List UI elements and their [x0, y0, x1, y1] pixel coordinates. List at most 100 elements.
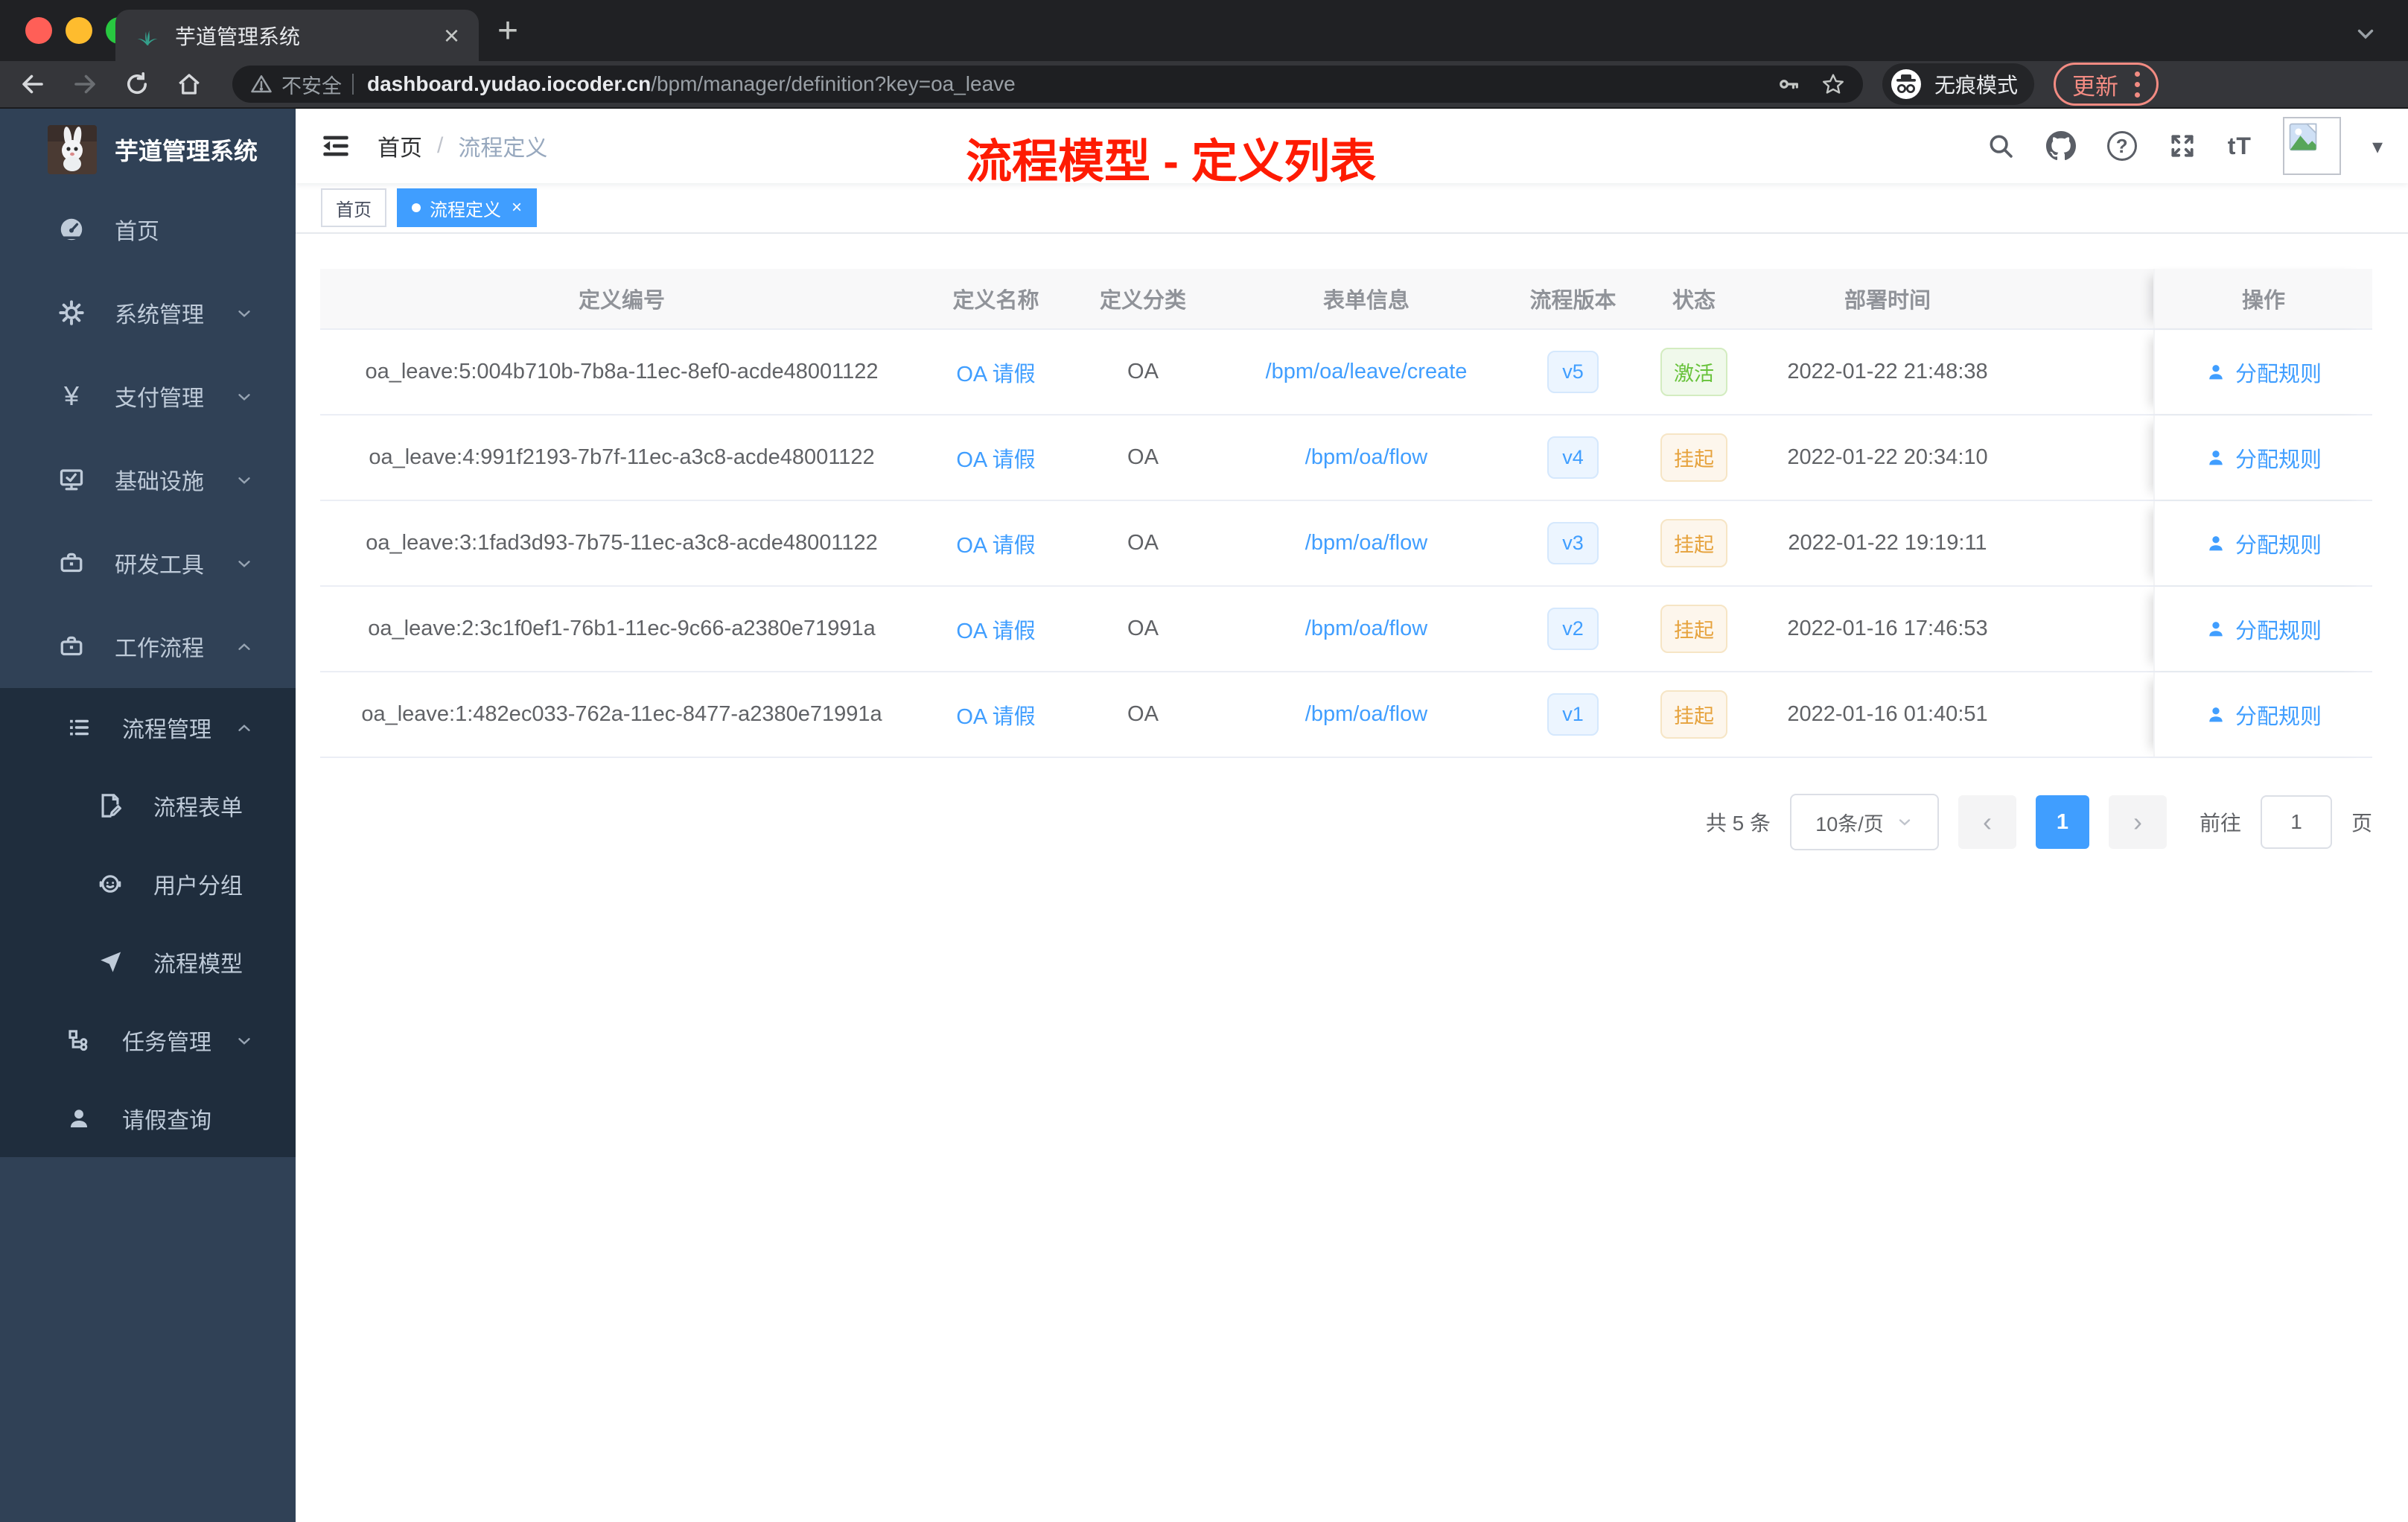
paper-plane-icon [95, 949, 125, 975]
sidebar-item-workflow[interactable]: 工作流程 [0, 605, 296, 688]
close-window-button[interactable] [25, 17, 52, 44]
tab-close-icon[interactable]: × [444, 22, 459, 49]
sidebar-item-user-group[interactable]: 用户分组 [0, 844, 296, 923]
column-header: 流程版本 [1529, 289, 1617, 313]
minimize-window-button[interactable] [66, 17, 92, 44]
goto-label: 前往 [2199, 812, 2241, 835]
page-size-select[interactable]: 10条/页 [1789, 794, 1939, 850]
assign-rule-link[interactable]: 分配规则 [2205, 528, 2322, 559]
prev-page-button[interactable]: ‹ [1958, 795, 2016, 849]
definition-name-link[interactable]: OA 请假 [923, 528, 1068, 559]
definition-name-link[interactable]: OA 请假 [923, 699, 1068, 730]
forward-icon[interactable] [71, 71, 98, 98]
search-icon[interactable] [1987, 132, 2015, 160]
toolbox-icon [57, 550, 86, 576]
sidebar-logo[interactable]: 芋道管理系统 [0, 109, 296, 188]
deploy-time: 2022-01-22 19:19:11 [1788, 531, 1987, 555]
reload-icon[interactable] [124, 71, 150, 98]
incognito-icon [1890, 68, 1923, 101]
sidebar-item-leave-query[interactable]: 请假查询 [0, 1079, 296, 1157]
status-cell: 挂起 [1631, 690, 1757, 739]
version-badge: v5 [1547, 351, 1599, 393]
sidebar-item-label: 支付管理 [115, 386, 204, 411]
next-page-button[interactable]: › [2108, 795, 2167, 849]
sidebar-fold-icon[interactable] [321, 131, 351, 161]
address-bar[interactable]: 不安全 dashboard.yudao.iocoder.cn /bpm/mana… [232, 66, 1863, 103]
tab-search-chevron-icon[interactable] [2353, 21, 2378, 46]
column-header: 状态 [1672, 289, 1716, 313]
status-badge: 挂起 [1660, 690, 1727, 739]
bookmark-star-icon[interactable] [1821, 72, 1845, 96]
table-row: oa_leave:4:991f2193-7b7f-11ec-a3c8-acde4… [320, 415, 2372, 501]
sidebar-item-home[interactable]: 首页 [0, 188, 296, 271]
sidebar-item-dev-tools[interactable]: 研发工具 [0, 521, 296, 605]
sidebar-item-label: 任务管理 [122, 1030, 211, 1055]
sidebar-item-payment[interactable]: ¥ 支付管理 [0, 354, 296, 438]
gear-icon [57, 299, 86, 326]
breadcrumb-home[interactable]: 首页 [378, 130, 422, 162]
home-icon[interactable] [176, 71, 203, 98]
operation-cell: 分配规则 [2153, 587, 2372, 671]
security-label[interactable]: 不安全 [281, 70, 342, 99]
browser-tab[interactable]: 芋道管理系统 × [115, 10, 479, 61]
total-count: 共 5 条 [1705, 812, 1771, 835]
form-link[interactable]: /bpm/oa/flow [1217, 617, 1515, 641]
chrome-update-button[interactable]: 更新 [2054, 63, 2159, 106]
form-link[interactable]: /bpm/oa/flow [1217, 445, 1515, 470]
sidebar-item-task-manage[interactable]: 任务管理 [0, 1001, 296, 1079]
new-tab-button[interactable]: + [497, 10, 518, 51]
avatar-caret-down-icon[interactable]: ▾ [2372, 134, 2383, 159]
form-link[interactable]: /bpm/oa/leave/create [1217, 360, 1515, 384]
tags-view-bar: 首页 流程定义 × [296, 183, 2408, 234]
assign-rule-link[interactable]: 分配规则 [2205, 699, 2322, 730]
kebab-menu-icon[interactable] [2135, 71, 2141, 98]
back-icon[interactable] [19, 71, 46, 98]
definition-category: OA [1127, 531, 1159, 555]
goto-page-input[interactable] [2260, 795, 2332, 849]
logo-rabbit-avatar [48, 125, 97, 174]
sidebar-item-process-model[interactable]: 流程模型 [0, 923, 296, 1001]
assign-rule-link[interactable]: 分配规则 [2205, 357, 2322, 388]
font-size-icon[interactable]: tT [2228, 133, 2252, 160]
tag-home[interactable]: 首页 [321, 188, 386, 227]
version-cell: v4 [1515, 436, 1631, 479]
sidebar-item-label: 首页 [115, 220, 159, 244]
sidebar-item-process-manage[interactable]: 流程管理 [0, 688, 296, 766]
form-edit-icon [95, 793, 125, 818]
avatar[interactable] [2282, 117, 2341, 175]
tag-process-definition[interactable]: 流程定义 × [397, 188, 538, 227]
form-link[interactable]: /bpm/oa/flow [1217, 702, 1515, 727]
active-dot [412, 203, 421, 212]
definition-category: OA [1127, 702, 1159, 726]
form-link[interactable]: /bpm/oa/flow [1217, 531, 1515, 555]
fullscreen-icon[interactable] [2168, 132, 2197, 160]
current-page-button[interactable]: 1 [2035, 795, 2089, 849]
definition-id: oa_leave:2:3c1f0ef1-76b1-11ec-9c66-a2380… [368, 617, 876, 640]
navbar: 首页 / 流程定义 流程模型 - 定义列表 ? tT ▾ [296, 109, 2408, 188]
tag-label: 流程定义 [430, 200, 501, 220]
sidebar-item-process-form[interactable]: 流程表单 [0, 766, 296, 844]
page-unit-label: 页 [2351, 812, 2372, 835]
definition-name-link[interactable]: OA 请假 [923, 357, 1068, 388]
definition-table: 定义编号 定义名称 定义分类 表单信息 流程版本 状态 部署时间 操作 oa_l… [320, 269, 2372, 758]
assign-rule-link[interactable]: 分配规则 [2205, 614, 2322, 645]
sidebar: 芋道管理系统 首页 系统管理 ¥ 支付管理 基础设施 研发工具 工作流程 流程管… [0, 109, 296, 1522]
breadcrumb-current: 流程定义 [458, 136, 548, 161]
status-cell: 挂起 [1631, 433, 1757, 482]
version-cell: v1 [1515, 693, 1631, 736]
definition-name-link[interactable]: OA 请假 [923, 614, 1068, 645]
definition-name-link[interactable]: OA 请假 [923, 442, 1068, 474]
update-label[interactable]: 更新 [2072, 68, 2118, 101]
help-icon[interactable]: ? [2106, 131, 2137, 161]
sidebar-item-system[interactable]: 系统管理 [0, 271, 296, 354]
toolbox-icon [57, 633, 86, 660]
version-cell: v5 [1515, 351, 1631, 393]
browser-tab-strip: 芋道管理系统 × + [0, 0, 2408, 61]
sidebar-item-infrastructure[interactable]: 基础设施 [0, 438, 296, 521]
workflow-submenu: 流程管理 流程表单 用户分组 流程模型 任务管理 请假查询 [0, 688, 296, 1157]
column-header: 部署时间 [1844, 289, 1931, 313]
github-icon[interactable] [2045, 131, 2076, 161]
tag-close-icon[interactable]: × [512, 197, 522, 218]
assign-rule-link[interactable]: 分配规则 [2205, 442, 2322, 474]
password-key-icon[interactable] [1777, 72, 1800, 96]
